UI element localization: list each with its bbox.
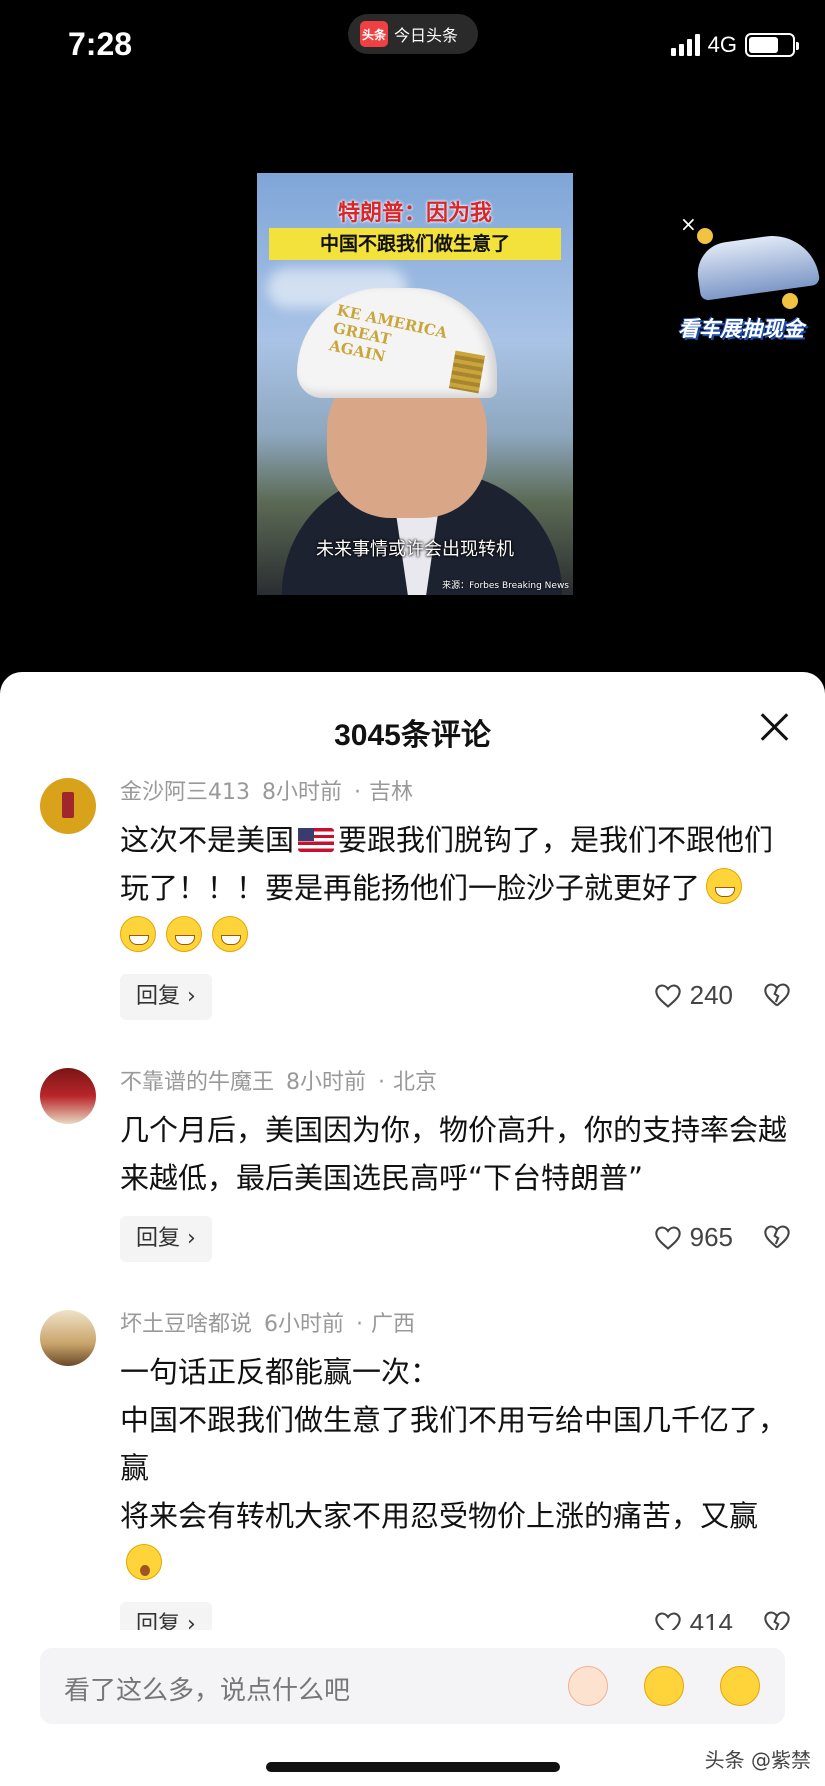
crying-laugh-emoji-icon[interactable] xyxy=(644,1666,684,1706)
heart-icon xyxy=(654,983,681,1008)
comment-item: 不靠谱的牛魔王 8小时前 · 北京 几个月后，美国因为你，物价高升，你的支持率会越来越… xyxy=(0,1060,825,1266)
network-label: 4G xyxy=(707,32,737,57)
comment-location: 广西 xyxy=(371,1312,416,1337)
comment-username[interactable]: 金沙阿三413 xyxy=(120,780,250,805)
like-count: 414 xyxy=(689,1608,733,1630)
comment-time: 6小时前 xyxy=(264,1312,345,1337)
ad-text: 看车展抽现金 xyxy=(678,317,804,341)
ad-banner[interactable]: × 看车展抽现金 xyxy=(672,208,825,358)
reply-label: 回复 xyxy=(136,1226,181,1251)
comment-text-part: 一句话正反都能赢一次： 中国不跟我们做生意了我们不用亏给中国几千亿了，赢 将来会… xyxy=(120,1355,788,1533)
ad-coin-icon xyxy=(697,228,713,244)
comment-input-placeholder: 看了这么多，说点什么吧 xyxy=(64,1676,351,1706)
comment-text: 一句话正反都能赢一次： 中国不跟我们做生意了我们不用亏给中国几千亿了，赢 将来会… xyxy=(120,1348,795,1588)
us-flag-icon xyxy=(298,828,335,852)
like-button[interactable]: 240 xyxy=(654,980,733,1011)
home-indicator[interactable] xyxy=(266,1762,560,1772)
laughing-emoji-icon[interactable] xyxy=(720,1666,760,1706)
grin-emoji-icon xyxy=(120,916,156,952)
video-title-top: 特朗普：因为我 xyxy=(337,201,492,226)
comment-actions: 回复 › 965 xyxy=(120,1216,795,1266)
comment-item: 金沙阿三413 8小时前 · 吉林 这次不是美国 要跟我们脱钩了，是我们不跟他们玩了！！… xyxy=(0,770,825,1024)
comment-time: 8小时前 xyxy=(286,1070,367,1095)
grin-emoji-icon xyxy=(706,868,743,904)
app-pill[interactable]: 头条 今日头条 xyxy=(348,14,478,54)
like-button[interactable]: 965 xyxy=(654,1222,733,1253)
comment-text-part: 这次不是美国 xyxy=(120,823,295,857)
avatar[interactable] xyxy=(40,1310,96,1366)
comment-location: 吉林 xyxy=(369,780,414,805)
heart-icon xyxy=(654,1611,681,1630)
comment-location: 北京 xyxy=(393,1070,438,1095)
reply-button[interactable]: 回复 › xyxy=(120,1602,212,1630)
comment-item: 坏土豆啥都说 6小时前 · 广西 一句话正反都能赢一次： 中国不跟我们做生意了我们不用… xyxy=(0,1302,825,1630)
comment-meta: 不靠谱的牛魔王 8小时前 · 北京 xyxy=(120,1070,438,1095)
ad-car-image xyxy=(693,229,821,302)
reply-label: 回复 xyxy=(136,984,181,1009)
comment-username[interactable]: 不靠谱的牛魔王 xyxy=(120,1070,274,1095)
signal-icon xyxy=(670,34,700,56)
reply-label: 回复 xyxy=(136,1612,181,1630)
comment-meta: 金沙阿三413 8小时前 · 吉林 xyxy=(120,780,414,805)
close-icon[interactable] xyxy=(759,712,789,742)
reply-button[interactable]: 回复 › xyxy=(120,974,212,1020)
comment-username[interactable]: 坏土豆啥都说 xyxy=(120,1312,252,1337)
surprised-emoji-icon xyxy=(126,1544,162,1580)
video-player[interactable]: 特朗普：因为我 中国不跟我们做生意了 KE AMERICA GREAT AGAI… xyxy=(257,173,573,595)
ad-close-icon[interactable]: × xyxy=(680,212,697,236)
reply-button[interactable]: 回复 › xyxy=(120,1216,212,1262)
comments-panel: 3045条评论 金沙阿三413 8小时前 · 吉林 这次不是美国 要跟我们脱钩了，是我们… xyxy=(0,672,825,1786)
battery-icon xyxy=(745,33,799,57)
comment-text: 这次不是美国 要跟我们脱钩了，是我们不跟他们玩了！！！要是再能扬他们一脸沙子就更好… xyxy=(120,816,795,960)
comment-text: 几个月后，美国因为你，物价高升，你的支持率会越来越低，最后美国选民高呼“下台特朗… xyxy=(120,1113,788,1195)
comment-actions: 回复 › 240 xyxy=(120,974,795,1024)
like-count: 240 xyxy=(689,980,733,1010)
video-subtitle: 未来事情或许会出现转机 xyxy=(316,539,514,560)
ad-coin-icon xyxy=(782,293,798,309)
avatar[interactable] xyxy=(40,778,96,834)
comment-input[interactable]: 看了这么多，说点什么吧 xyxy=(40,1648,785,1724)
app-pill-name: 今日头条 xyxy=(394,26,459,45)
broken-heart-icon[interactable] xyxy=(763,1610,791,1630)
comments-title: 3045条评论 xyxy=(334,719,491,752)
like-button[interactable]: 414 xyxy=(654,1608,733,1630)
heart-icon xyxy=(654,1225,681,1250)
comment-meta: 坏土豆啥都说 6小时前 · 广西 xyxy=(120,1312,416,1337)
comment-time: 8小时前 xyxy=(262,780,342,805)
heart-hand-emoji-icon[interactable] xyxy=(568,1666,608,1706)
broken-heart-icon[interactable] xyxy=(763,1224,791,1250)
status-indicators: 4G xyxy=(670,32,799,58)
broken-heart-icon[interactable] xyxy=(763,982,791,1008)
status-time: 7:28 xyxy=(68,26,133,62)
comment-actions: 回复 › 414 xyxy=(120,1602,795,1630)
grin-emoji-icon xyxy=(212,916,248,952)
comment-list[interactable]: 金沙阿三413 8小时前 · 吉林 这次不是美国 要跟我们脱钩了，是我们不跟他们玩了！！… xyxy=(0,770,825,1630)
app-logo-icon: 头条 xyxy=(360,21,388,47)
grin-emoji-icon xyxy=(166,916,202,952)
avatar[interactable] xyxy=(40,1068,96,1124)
video-title-bar: 中国不跟我们做生意了 xyxy=(269,228,561,260)
video-source: 来源：Forbes Breaking News xyxy=(442,581,569,591)
watermark: 头条 @紫禁 xyxy=(704,1748,811,1772)
status-bar: 7:28 头条 今日头条 4G xyxy=(0,0,825,92)
like-count: 965 xyxy=(689,1222,733,1252)
